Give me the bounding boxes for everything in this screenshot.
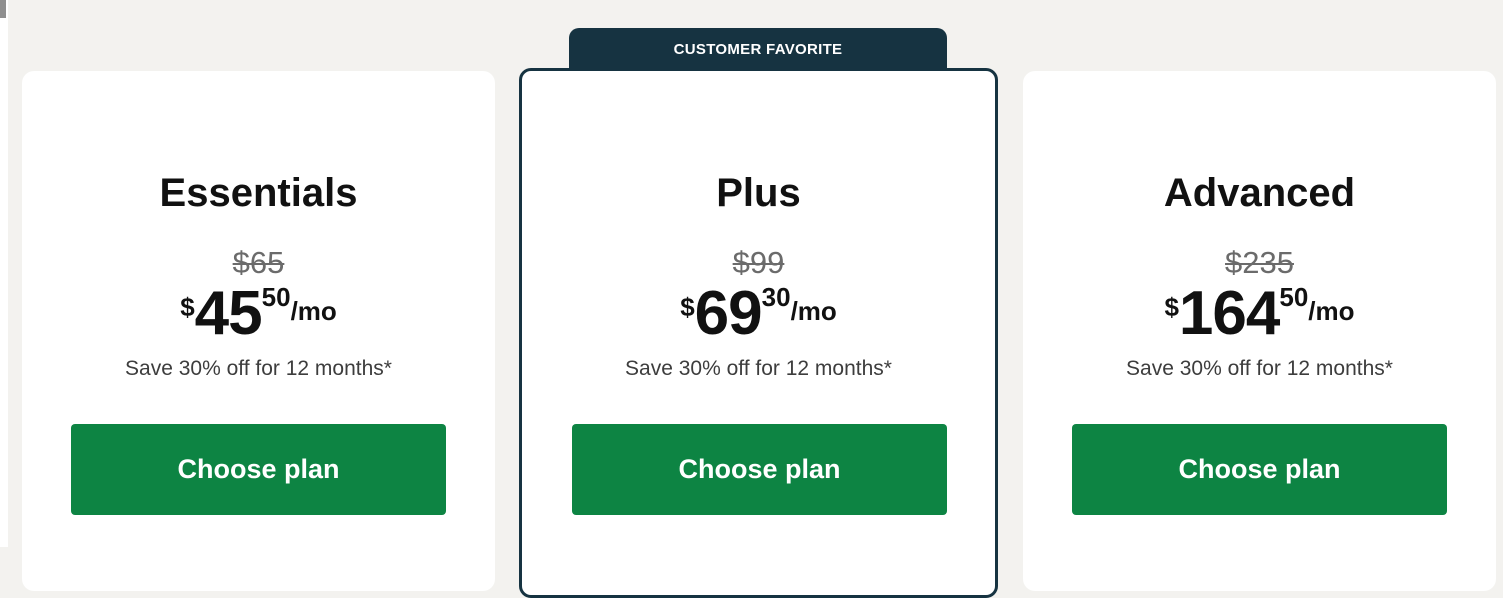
original-price: $65 bbox=[232, 245, 285, 280]
price-cents: 30 bbox=[761, 282, 791, 312]
price-period: /mo bbox=[790, 296, 837, 326]
price-period: /mo bbox=[1308, 296, 1355, 326]
choose-plan-button-advanced[interactable]: Choose plan bbox=[1072, 424, 1447, 515]
discounted-price: $4550/mo bbox=[22, 283, 495, 345]
price-whole: 164 bbox=[1178, 279, 1280, 348]
original-price: $99 bbox=[732, 245, 785, 280]
price-currency: $ bbox=[180, 292, 195, 322]
discount-note: Save 30% off for 12 months* bbox=[125, 357, 392, 380]
plan-card-plus: Plus $99 $6930/mo Save 30% off for 12 mo… bbox=[519, 68, 998, 598]
choose-plan-button-essentials[interactable]: Choose plan bbox=[71, 424, 446, 515]
plan-card-essentials: Essentials $65 $4550/mo Save 30% off for… bbox=[22, 71, 495, 591]
price-cents: 50 bbox=[261, 282, 291, 312]
price-whole: 45 bbox=[194, 279, 263, 348]
price-whole: 69 bbox=[694, 279, 763, 348]
price-currency: $ bbox=[680, 292, 695, 322]
price-currency: $ bbox=[1164, 292, 1179, 322]
plan-card-advanced: Advanced $235 $16450/mo Save 30% off for… bbox=[1023, 71, 1496, 591]
plan-name: Plus bbox=[716, 171, 801, 215]
original-price: $235 bbox=[1225, 245, 1294, 280]
plan-name: Advanced bbox=[1163, 171, 1356, 215]
customer-favorite-badge: CUSTOMER FAVORITE bbox=[569, 28, 947, 70]
choose-plan-button-plus[interactable]: Choose plan bbox=[572, 424, 947, 515]
price-period: /mo bbox=[290, 296, 337, 326]
discount-note: Save 30% off for 12 months* bbox=[1126, 357, 1393, 380]
discount-note: Save 30% off for 12 months* bbox=[625, 357, 892, 380]
scroll-indicator bbox=[0, 0, 6, 18]
page-left-edge bbox=[0, 0, 8, 547]
discounted-price: $6930/mo bbox=[522, 283, 995, 345]
price-cents: 50 bbox=[1279, 282, 1309, 312]
discounted-price: $16450/mo bbox=[1023, 283, 1496, 345]
plan-name: Essentials bbox=[159, 171, 358, 215]
